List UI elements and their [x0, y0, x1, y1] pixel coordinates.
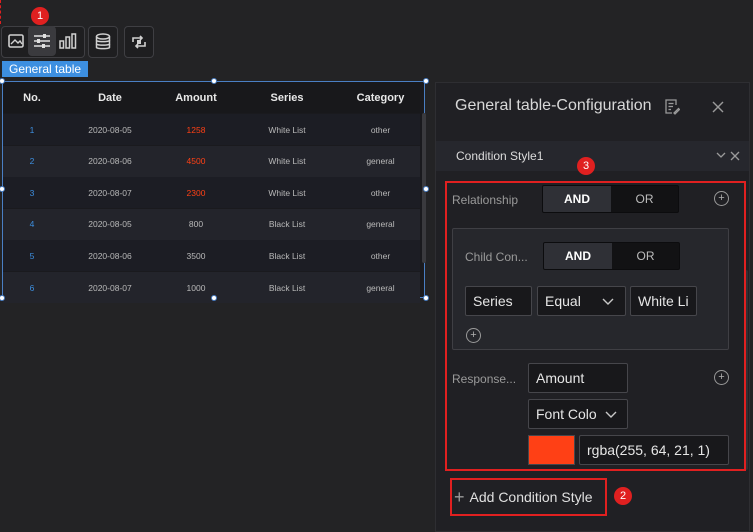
table-cell-category: other	[370, 187, 391, 198]
condition-style-title: Condition Style1	[456, 149, 544, 163]
table-cell-date: 2020-08-07	[88, 187, 132, 198]
image-settings-button[interactable]	[2, 26, 30, 56]
relationship-or-option[interactable]: OR	[611, 186, 678, 212]
table-cell-no: 4	[29, 219, 35, 230]
resize-handle-tr[interactable]	[423, 78, 429, 84]
table-header: No. Date Amount Series Category	[3, 82, 420, 113]
child-and-option[interactable]: AND	[544, 243, 612, 269]
header-category: Category	[356, 91, 405, 104]
step-badge-3: 3	[577, 157, 595, 175]
response-label: Response...	[452, 372, 517, 386]
header-no: No.	[23, 91, 41, 104]
resize-handle-br[interactable]	[423, 295, 429, 301]
header-series: Series	[270, 91, 304, 104]
widget-name-label: General table	[2, 61, 89, 77]
table-cell-category: other	[370, 250, 391, 261]
condition-field-input[interactable]: Series	[465, 286, 532, 316]
response-property-select[interactable]: Font Colo	[528, 399, 628, 429]
data-source-button[interactable]	[88, 26, 118, 58]
close-icon[interactable]	[712, 101, 724, 113]
document-edit-icon[interactable]	[664, 98, 680, 115]
plus-icon: +	[454, 487, 465, 507]
resize-handle-bm[interactable]	[211, 295, 217, 301]
color-swatch[interactable]	[528, 435, 575, 465]
table-cell-amount: 4500	[186, 156, 206, 167]
step-badge-1: 1	[31, 7, 49, 25]
resize-handle-tm[interactable]	[211, 78, 217, 84]
add-response-icon[interactable]: +	[714, 370, 729, 385]
chevron-down-icon	[605, 411, 617, 418]
chevron-down-icon	[602, 298, 614, 305]
database-icon	[95, 33, 111, 50]
table-cell-no: 2	[29, 156, 35, 167]
table-cell-series: Black List	[268, 219, 306, 230]
table-cell-amount: 1000	[186, 282, 206, 293]
table-row: 4 2020-08-05 800 Black List general	[3, 208, 420, 240]
add-relationship-icon[interactable]: +	[714, 191, 729, 206]
table-cell-no: 5	[29, 250, 35, 261]
config-button[interactable]	[28, 26, 56, 56]
table-cell-amount: 800	[188, 219, 204, 230]
child-condition-toggle[interactable]: AND OR	[543, 242, 680, 270]
panel-title: General table-Configuration	[455, 97, 652, 114]
table-cell-series: Black List	[268, 250, 306, 261]
table-row: 5 2020-08-06 3500 Black List other	[3, 240, 420, 272]
image-icon	[8, 34, 24, 48]
bar-chart-icon	[59, 33, 77, 49]
relationship-label: Relationship	[452, 193, 519, 207]
table-cell-category: other	[370, 124, 391, 135]
step-badge-2: 2	[614, 487, 632, 505]
table-cell-date: 2020-08-07	[88, 282, 132, 293]
table-cell-date: 2020-08-06	[88, 156, 132, 167]
table-cell-series: White List	[268, 187, 306, 198]
child-or-option[interactable]: OR	[612, 243, 679, 269]
condition-operator-select[interactable]: Equal	[537, 286, 626, 316]
child-condition-label: Child Con...	[465, 250, 528, 264]
chart-settings-button[interactable]	[54, 26, 82, 56]
relationship-and-option[interactable]: AND	[543, 186, 611, 212]
header-amount: Amount	[175, 91, 217, 104]
relationship-toggle[interactable]: AND OR	[542, 185, 679, 213]
toolbar-dashed-marker	[0, 0, 2, 24]
table-cell-series: White List	[268, 156, 306, 167]
table-cell-no: 3	[29, 187, 35, 198]
table-row: 3 2020-08-07 2300 White List other	[3, 177, 420, 209]
add-condition-style-label: Add Condition Style	[469, 489, 593, 505]
resize-handle-mr[interactable]	[423, 186, 429, 192]
table-cell-category: general	[366, 156, 395, 167]
remove-condition-icon[interactable]	[730, 151, 740, 161]
table-cell-category: general	[366, 219, 395, 230]
table-cell-no: 1	[29, 124, 35, 135]
refresh-link-icon	[132, 35, 146, 49]
table-cell-amount: 1258	[186, 124, 206, 135]
table-cell-amount: 3500	[186, 250, 206, 261]
add-child-condition-icon[interactable]: +	[466, 328, 481, 343]
table-cell-amount: 2300	[186, 187, 206, 198]
chevron-down-icon[interactable]	[716, 152, 726, 159]
table-cell-series: White List	[268, 124, 306, 135]
condition-value-input[interactable]: White Li	[630, 286, 697, 316]
general-table-widget[interactable]: No. Date Amount Series Category 1 2020-08…	[2, 81, 426, 303]
table-cell-series: Black List	[268, 282, 306, 293]
color-value-input[interactable]: rgba(255, 64, 21, 1)	[579, 435, 729, 465]
table-row: 1 2020-08-05 1258 White List other	[3, 114, 420, 145]
response-property-value: Font Colo	[536, 406, 597, 422]
interaction-button[interactable]	[124, 26, 154, 58]
table-cell-no: 6	[29, 282, 35, 293]
table-cell-category: general	[366, 282, 395, 293]
add-condition-style-button[interactable]: + Add Condition Style	[450, 478, 607, 516]
table-cell-date: 2020-08-06	[88, 250, 132, 261]
table-cell-date: 2020-08-05	[88, 124, 132, 135]
table-row: 2 2020-08-06 4500 White List general	[3, 145, 420, 177]
table-cell-date: 2020-08-05	[88, 219, 132, 230]
header-date: Date	[98, 91, 122, 104]
sliders-icon	[34, 34, 50, 48]
response-field-input[interactable]: Amount	[528, 363, 628, 393]
condition-operator-value: Equal	[545, 293, 581, 309]
